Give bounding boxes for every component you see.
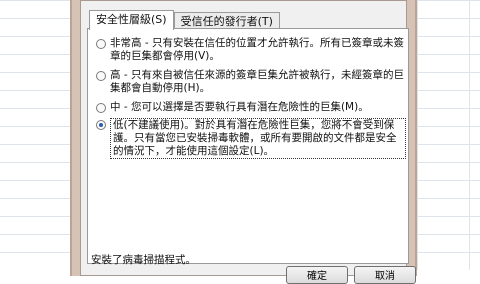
cancel-button-label: 取消 [375,271,395,282]
tab-strip: 安全性層級(S) 受信任的發行者(T) [89,10,280,30]
radio-very-high[interactable] [96,39,106,49]
option-medium-label: 中 - 您可以選擇是否要執行具有潛在危險性的巨集(M)。 [110,101,369,113]
option-high[interactable]: 高 - 只有來自被信任來源的簽章巨集允許被執行，未經簽章的巨集都會自動停用(H)… [96,69,406,95]
option-medium[interactable]: 中 - 您可以選擇是否要執行具有潛在危險性的巨集(M)。 [96,101,406,114]
tab-security-level[interactable]: 安全性層級(S) [89,10,174,30]
ok-button-label: 確定 [307,271,327,282]
dialog-body: 安全性層級(S) 受信任的發行者(T) 非常高 - 只有安裝在信任的位置才允許執… [80,0,416,284]
radio-high[interactable] [96,71,106,81]
option-very-high-label: 非常高 - 只有安裝在信任的位置才允許執行。所有已簽章或未簽章的巨集都會停用(V… [110,37,404,62]
spreadsheet-grid-right [417,0,480,270]
option-high-label: 高 - 只有來自被信任來源的簽章巨集允許被執行，未經簽章的巨集都會自動停用(H)… [110,69,404,94]
status-text: 安裝了病毒掃描程式。 [91,254,196,266]
ok-button[interactable]: 確定 [286,266,348,284]
option-low-label: 低(不建議使用)。對於具有潛在危險性巨集，您將不會受到保護。只有當您已安裝掃毒軟… [110,118,406,159]
security-level-panel: 非常高 - 只有安裝在信任的位置才允許執行。所有已簽章或未簽章的巨集都會停用(V… [87,28,409,264]
radio-low[interactable] [96,120,106,130]
security-dialog: 安全性層級(S) 受信任的發行者(T) 非常高 - 只有安裝在信任的位置才允許執… [70,0,417,284]
radio-medium[interactable] [96,103,106,113]
option-low[interactable]: 低(不建議使用)。對於具有潛在危險性巨集，您將不會受到保護。只有當您已安裝掃毒軟… [96,118,406,159]
spreadsheet-grid-left [0,0,71,270]
cancel-button[interactable]: 取消 [354,266,416,284]
option-very-high[interactable]: 非常高 - 只有安裝在信任的位置才允許執行。所有已簽章或未簽章的巨集都會停用(V… [96,37,406,63]
